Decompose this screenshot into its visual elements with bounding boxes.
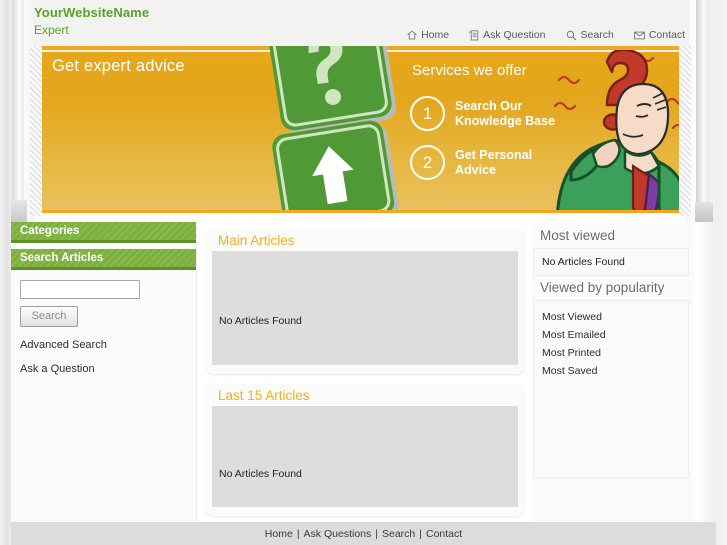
main-nav: Home Ask Question Search Contact [407,29,685,41]
question-mark-road-sign [268,46,399,216]
hero-banner: Get expert advice Services we offer 1 Se… [42,46,679,216]
home-icon [407,30,418,40]
footer-separator-3: | [419,527,422,540]
card-main-articles: Main Articles No Articles Found [206,228,524,374]
right-gutter-bar [696,0,710,222]
envelope-icon [634,31,645,40]
nav-item-contact[interactable]: Contact [634,29,685,41]
most-viewed-empty: No Articles Found [542,256,625,268]
banner-hatch-left [30,46,42,216]
nav-item-home-label: Home [421,29,450,41]
nav-item-home[interactable]: Home [407,29,449,41]
document-icon [469,29,479,41]
service-item-1: 1 Search Our Knowledge Base [410,96,555,131]
card-main-articles-title: Main Articles [218,233,295,248]
page-root: YourWebsiteName Expert Home Ask Question [0,0,727,545]
site-footer: Home | Ask Questions | Search | Contact [11,522,716,545]
most-viewed-box: No Articles Found [533,248,689,276]
card-last-15-articles: Last 15 Articles No Articles Found [206,383,524,516]
footer-separator-1: | [296,527,300,540]
page-right-gutter [685,0,727,545]
service-item-2: 2 Get Personal Advice [410,145,532,180]
nav-item-contact-label: Contact [648,29,685,41]
footer-link-search[interactable]: Search [380,528,417,540]
nav-item-search-label: Search [580,29,614,41]
search-button[interactable]: Search [20,305,78,327]
card-main-articles-empty: No Articles Found [219,315,302,327]
footer-link-ask-questions[interactable]: Ask Questions [302,528,374,540]
brand-name: YourWebsiteName [34,5,150,20]
thinking-man-illustration [553,50,679,216]
nav-item-ask-question[interactable]: Ask Question [469,29,546,41]
left-gutter-bar [12,0,24,222]
sidebar-heading-search-articles[interactable]: Search Articles [11,249,196,270]
right-gutter-bar-foot [695,202,713,222]
site-header: YourWebsiteName Expert Home Ask Question [34,0,689,46]
popularity-link-most-saved[interactable]: Most Saved [542,362,680,380]
service-2-line2: Advice [455,162,496,177]
card-last-15-articles-body: No Articles Found [212,406,518,507]
right-sidebar: Most viewed No Articles Found Viewed by … [533,224,689,522]
card-last-15-articles-title: Last 15 Articles [218,388,310,403]
right-sidebar-heading-most-viewed: Most viewed [540,228,616,243]
search-icon [566,30,577,41]
banner-bottom-rule-inner [42,213,679,216]
search-form: Search Advanced Search Ask a Question [11,270,196,375]
right-sidebar-heading-popularity: Viewed by popularity [540,280,665,295]
left-sidebar: Categories Search Articles Search Advanc… [11,222,197,522]
service-2-line1: Get Personal [455,147,533,162]
popularity-link-most-emailed[interactable]: Most Emailed [542,326,680,344]
popularity-box: Most Viewed Most Emailed Most Printed Mo… [533,300,689,478]
card-main-articles-body: No Articles Found [212,251,518,365]
brand-subtitle: Expert [34,23,69,37]
banner-headline: Get expert advice [52,57,185,75]
sidebar-link-advanced-search[interactable]: Advanced Search [20,339,196,351]
nav-item-search[interactable]: Search [566,29,614,41]
footer-link-contact[interactable]: Contact [424,528,464,540]
sidebar-heading-categories[interactable]: Categories [11,222,196,243]
sidebar-link-ask-a-question[interactable]: Ask a Question [20,363,196,375]
popularity-link-most-viewed[interactable]: Most Viewed [542,308,680,326]
left-gutter-bar-foot [11,200,27,222]
banner-hatch-right [679,46,691,216]
popularity-link-most-printed[interactable]: Most Printed [542,344,680,362]
main-content: Main Articles No Articles Found Last 15 … [206,228,524,516]
brand[interactable]: YourWebsiteName Expert [34,5,149,37]
banner-services-title: Services we offer [412,62,527,79]
footer-link-home[interactable]: Home [263,528,295,540]
search-input[interactable] [20,279,140,299]
service-2-label: Get Personal Advice [455,148,532,178]
footer-separator-2: | [375,527,378,540]
card-last-15-articles-empty: No Articles Found [219,468,302,480]
footer-links: Home | Ask Questions | Search | Contact [263,528,464,540]
nav-item-ask-question-label: Ask Question [483,29,546,41]
